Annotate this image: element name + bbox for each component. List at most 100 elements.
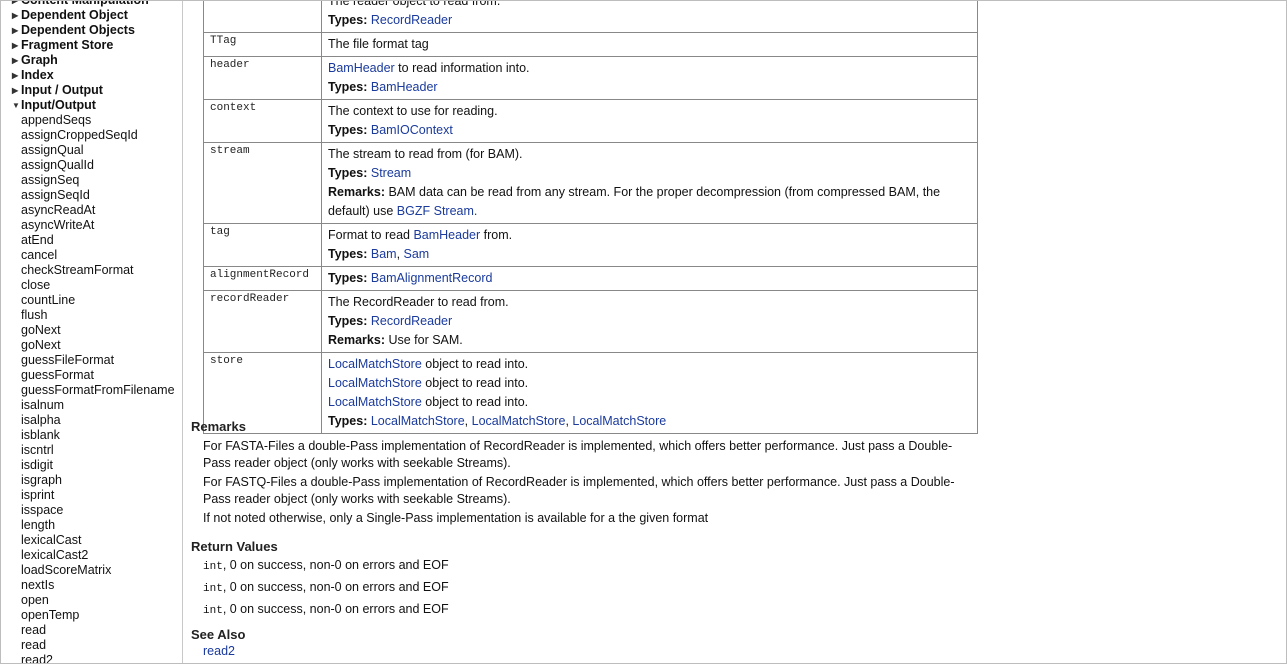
- param-row: header BamHeader to read information into…: [203, 56, 978, 100]
- sidebar-item[interactable]: countLine: [1, 293, 182, 308]
- param-description: The reader object to read from. Types: Re…: [321, 1, 978, 33]
- sidebar-item[interactable]: lexicalCast: [1, 533, 182, 548]
- triangle-right-icon: ▶: [12, 86, 19, 95]
- sidebar-item[interactable]: goNext: [1, 338, 182, 353]
- sidebar-item[interactable]: assignSeqId: [1, 188, 182, 203]
- type-link[interactable]: BamHeader: [413, 228, 480, 242]
- sidebar-item[interactable]: read2: [1, 653, 182, 663]
- type-link[interactable]: LocalMatchStore: [328, 395, 422, 409]
- sidebar-item[interactable]: asyncWriteAt: [1, 218, 182, 233]
- sidebar-category[interactable]: ▶Content Manipulation: [1, 1, 182, 8]
- sidebar-item[interactable]: assignCroppedSeqId: [1, 128, 182, 143]
- parameters-table: The reader object to read from. Types: Re…: [203, 1, 978, 434]
- sidebar-item[interactable]: guessFormat: [1, 368, 182, 383]
- sidebar-item[interactable]: goNext: [1, 323, 182, 338]
- triangle-right-icon: ▶: [12, 41, 19, 50]
- return-type: int: [203, 583, 223, 595]
- type-link[interactable]: BamIOContext: [371, 123, 453, 137]
- param-text: Format to read: [328, 228, 414, 242]
- sidebar-item[interactable]: cancel: [1, 248, 182, 263]
- sidebar-item[interactable]: guessFormatFromFilename: [1, 383, 182, 398]
- param-label: Types:: [328, 123, 368, 137]
- sidebar-item[interactable]: flush: [1, 308, 182, 323]
- param-label: Types:: [328, 247, 368, 261]
- param-label: Remarks:: [328, 185, 385, 199]
- sidebar-item[interactable]: read: [1, 623, 182, 638]
- param-name: stream: [203, 142, 322, 224]
- sidebar-category-label: Dependent Objects: [21, 23, 135, 37]
- return-value-item: int, 0 on success, non-0 on errors and E…: [203, 599, 449, 621]
- sidebar-item[interactable]: checkStreamFormat: [1, 263, 182, 278]
- type-link[interactable]: BamAlignmentRecord: [371, 271, 493, 285]
- type-link[interactable]: LocalMatchStore: [328, 357, 422, 371]
- sidebar-item[interactable]: isblank: [1, 428, 182, 443]
- triangle-right-icon: ▶: [12, 1, 20, 8]
- sidebar-item[interactable]: open: [1, 593, 182, 608]
- sidebar-nav: ▶Content Manipulation▶Dependent Object▶D…: [1, 1, 183, 663]
- sidebar-item[interactable]: appendSeqs: [1, 113, 182, 128]
- sidebar-category-label: Fragment Store: [21, 38, 114, 52]
- param-line: LocalMatchStore object to read into.: [328, 374, 971, 393]
- sidebar-item[interactable]: length: [1, 518, 182, 533]
- sidebar-item[interactable]: guessFileFormat: [1, 353, 182, 368]
- sidebar-item[interactable]: close: [1, 278, 182, 293]
- param-text: The stream to read from (for BAM).: [328, 147, 523, 161]
- sidebar-item[interactable]: iscntrl: [1, 443, 182, 458]
- param-text: object to read into.: [421, 357, 529, 371]
- triangle-down-icon: ▼: [12, 101, 20, 110]
- type-link[interactable]: BamHeader: [328, 61, 395, 75]
- see-also-link[interactable]: read2: [203, 644, 235, 658]
- sidebar-item[interactable]: assignQualId: [1, 158, 182, 173]
- sidebar-category[interactable]: ▶ Dependent Object: [1, 8, 182, 23]
- main-content: The reader object to read from. Types: Re…: [183, 1, 1286, 663]
- see-also-title: See Also: [191, 627, 246, 642]
- type-link[interactable]: BamHeader: [371, 80, 438, 94]
- param-label: Types:: [328, 166, 368, 180]
- sidebar-item[interactable]: assignSeq: [1, 173, 182, 188]
- return-text: , 0 on success, non-0 on errors and EOF: [222, 602, 449, 616]
- sidebar-item[interactable]: isprint: [1, 488, 182, 503]
- sidebar-item[interactable]: openTemp: [1, 608, 182, 623]
- type-link[interactable]: RecordReader: [371, 314, 452, 328]
- sidebar-item[interactable]: asyncReadAt: [1, 203, 182, 218]
- sidebar-category[interactable]: ▶ Input / Output: [1, 83, 182, 98]
- sidebar-item[interactable]: lexicalCast2: [1, 548, 182, 563]
- type-link[interactable]: LocalMatchStore: [328, 376, 422, 390]
- param-text: The context to use for reading.: [328, 104, 498, 118]
- sidebar-item[interactable]: assignQual: [1, 143, 182, 158]
- type-link[interactable]: Sam: [404, 247, 430, 261]
- sidebar-category[interactable]: ▼ Input/Output: [1, 98, 182, 113]
- triangle-right-icon: ▶: [12, 71, 19, 80]
- sidebar-category[interactable]: ▶ Index: [1, 68, 182, 83]
- triangle-right-icon: ▶: [12, 11, 19, 20]
- param-line: Remarks: Use for SAM.: [328, 331, 971, 350]
- param-name: alignmentRecord: [203, 266, 322, 291]
- sidebar-category[interactable]: ▶ Dependent Objects: [1, 23, 182, 38]
- sidebar-item[interactable]: isgraph: [1, 473, 182, 488]
- sidebar-item[interactable]: atEnd: [1, 233, 182, 248]
- sidebar-category[interactable]: ▶ Graph: [1, 53, 182, 68]
- type-link[interactable]: Stream: [371, 166, 411, 180]
- param-text: from.: [480, 228, 513, 242]
- param-row: alignmentRecord Types: BamAlignmentRecord: [203, 266, 978, 291]
- sidebar-item[interactable]: nextIs: [1, 578, 182, 593]
- param-line: Format to read BamHeader from.: [328, 226, 971, 245]
- sidebar-category-label: Input / Output: [21, 83, 103, 97]
- return-text: , 0 on success, non-0 on errors and EOF: [222, 558, 449, 572]
- sidebar-item[interactable]: isalnum: [1, 398, 182, 413]
- param-line: The file format tag: [328, 35, 971, 54]
- param-name: header: [203, 56, 322, 100]
- see-also-section: See Also read2: [191, 627, 245, 660]
- sidebar-item[interactable]: isdigit: [1, 458, 182, 473]
- type-link[interactable]: RecordReader: [371, 13, 452, 27]
- param-description: Types: BamAlignmentRecord: [321, 266, 978, 291]
- param-description: The stream to read from (for BAM). Types:…: [321, 142, 978, 224]
- type-link[interactable]: BGZF Stream: [397, 204, 474, 218]
- sidebar-item[interactable]: isalpha: [1, 413, 182, 428]
- type-link[interactable]: Bam: [371, 247, 397, 261]
- sidebar-category[interactable]: ▶ Fragment Store: [1, 38, 182, 53]
- triangle-right-icon: ▶: [12, 56, 19, 65]
- sidebar-item[interactable]: loadScoreMatrix: [1, 563, 182, 578]
- sidebar-item[interactable]: isspace: [1, 503, 182, 518]
- sidebar-item[interactable]: read: [1, 638, 182, 653]
